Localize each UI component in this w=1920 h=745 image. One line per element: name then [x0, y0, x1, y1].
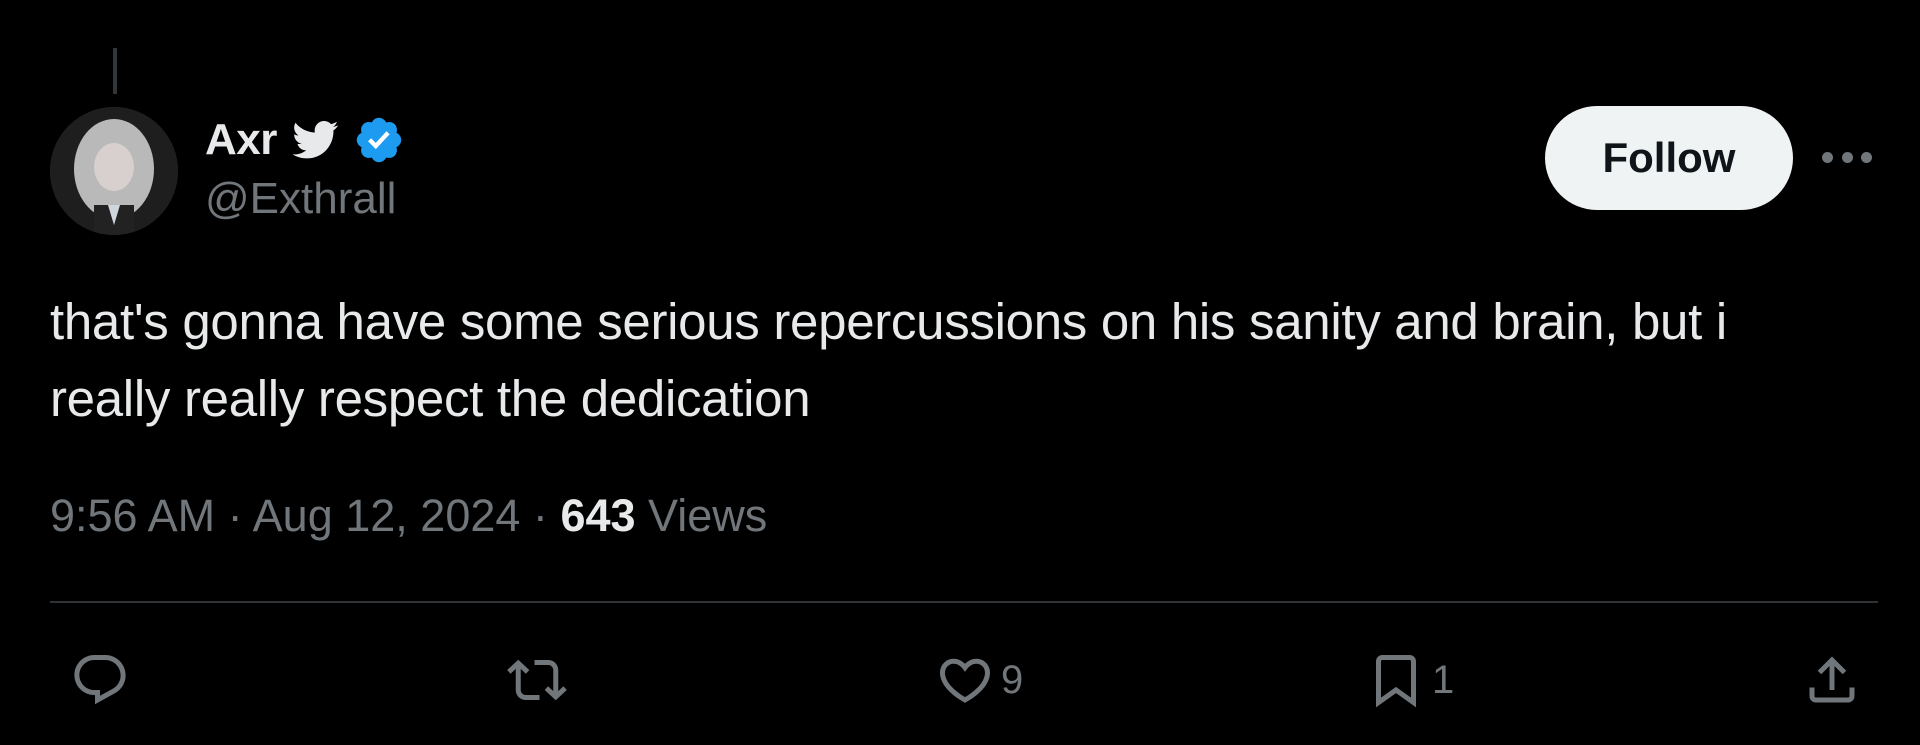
author-handle[interactable]: @Exthrall — [205, 174, 405, 224]
more-options-button[interactable] — [1822, 140, 1872, 174]
avatar[interactable] — [50, 107, 178, 235]
retweet-button[interactable] — [507, 650, 573, 710]
tweet-date[interactable]: Aug 12, 2024 — [253, 490, 521, 541]
share-icon — [1809, 656, 1855, 703]
retweet-icon — [507, 659, 567, 701]
heart-icon — [939, 658, 991, 703]
bookmark-button[interactable]: 1 — [1366, 650, 1454, 710]
tweet-text: that's gonna have some serious repercuss… — [50, 293, 1727, 427]
like-count: 9 — [1001, 657, 1024, 702]
separator: · — [532, 490, 548, 541]
views-label: Views — [648, 490, 768, 541]
more-horizontal-icon-dot — [1861, 151, 1872, 163]
reply-icon — [74, 655, 126, 705]
tweet-time[interactable]: 9:56 AM — [50, 490, 215, 541]
views-count: 643 — [560, 490, 636, 541]
bookmark-count: 1 — [1432, 657, 1455, 702]
more-horizontal-icon — [1822, 151, 1833, 163]
author-display-name[interactable]: Axr — [205, 115, 277, 165]
share-button[interactable] — [1802, 650, 1868, 710]
twitter-bird-icon — [292, 120, 339, 160]
like-button[interactable]: 9 — [935, 650, 1023, 710]
follow-button[interactable]: Follow — [1545, 106, 1793, 210]
divider — [50, 601, 1878, 603]
tweet-metadata: 9:56 AM · Aug 12, 2024 · 643 Views — [50, 490, 767, 542]
verified-badge-icon[interactable] — [353, 114, 405, 166]
more-horizontal-icon-dot — [1841, 151, 1853, 163]
avatar-image — [50, 107, 178, 235]
thread-connector-line — [113, 48, 117, 94]
separator: · — [227, 490, 243, 541]
bookmark-icon — [1376, 655, 1416, 708]
reply-button[interactable] — [70, 650, 136, 710]
author-info: Axr @Exthrall — [205, 112, 405, 224]
